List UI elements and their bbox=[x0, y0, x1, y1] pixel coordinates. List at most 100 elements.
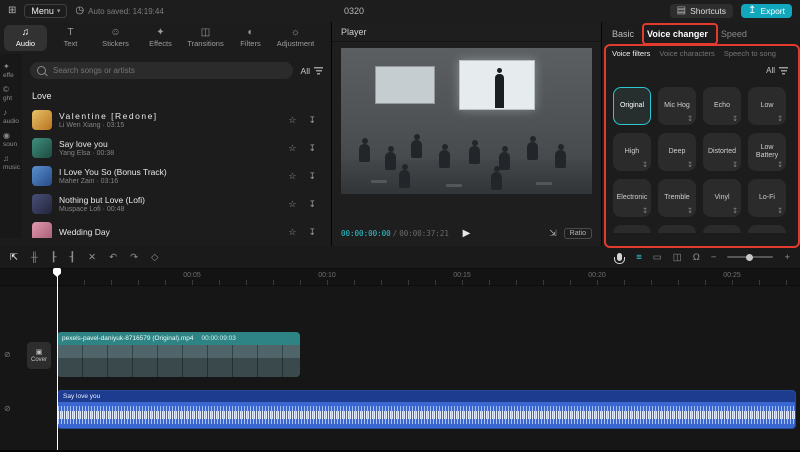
voice-filter-tile-partial[interactable] bbox=[748, 225, 786, 233]
home-grid-icon[interactable]: ⊞ bbox=[8, 6, 16, 16]
tab-text[interactable]: T Text bbox=[49, 25, 92, 51]
topbar-left: ⊞ Menu ▾ ◷ Auto saved: 14:19:44 bbox=[0, 4, 164, 18]
tab-effects[interactable]: ✦ Effects bbox=[139, 25, 182, 51]
menu-button[interactable]: Menu ▾ bbox=[24, 4, 67, 18]
whiteboard bbox=[375, 66, 435, 104]
download-icon[interactable]: ↧ bbox=[308, 227, 316, 238]
mute-audio-track-icon[interactable]: ⊘ bbox=[4, 404, 11, 413]
mute-video-track-icon[interactable]: ⊘ bbox=[4, 350, 11, 359]
timeline-tools-right: ≡ ▭ ◫ Ω − + bbox=[617, 252, 790, 263]
voice-filter-tile[interactable]: Lo-Fi ↧ bbox=[748, 179, 786, 217]
tab-audio[interactable]: ♫ Audio bbox=[4, 25, 47, 51]
subtab-speech-to-song[interactable]: Speech to song bbox=[724, 49, 776, 58]
timecode: 00:00:00:00/00:00:37:21 bbox=[341, 229, 449, 238]
favorite-star-icon[interactable]: ☆ bbox=[288, 199, 296, 210]
trim-right-icon[interactable]: ┨ bbox=[69, 252, 75, 263]
voice-filter-tile[interactable]: Distorted ↧ bbox=[703, 133, 741, 171]
preview-axis-icon[interactable]: ◫ bbox=[673, 252, 682, 263]
ruler-label: 00:15 bbox=[453, 272, 471, 279]
voice-filter-tile[interactable]: Mic Hog ↧ bbox=[658, 87, 696, 125]
zoom-out-icon[interactable]: − bbox=[711, 252, 717, 263]
download-icon[interactable]: ↧ bbox=[308, 171, 316, 182]
favorite-star-icon[interactable]: ☆ bbox=[288, 143, 296, 154]
search-box[interactable] bbox=[30, 62, 293, 79]
audio-clip[interactable]: Say love you bbox=[57, 390, 796, 429]
cover-button[interactable]: ▣ Cover bbox=[27, 342, 51, 369]
timeline-view-icon[interactable]: ≡ bbox=[636, 252, 642, 263]
download-icon[interactable]: ↧ bbox=[308, 199, 316, 210]
voice-filter-tile-partial[interactable] bbox=[703, 225, 741, 233]
voice-filter-tile[interactable]: High ↧ bbox=[613, 133, 651, 171]
shortcuts-button[interactable]: ▤ Shortcuts bbox=[670, 4, 733, 18]
zoom-in-icon[interactable]: + bbox=[784, 252, 790, 263]
split-tool-icon[interactable]: ╫ bbox=[31, 252, 38, 263]
menu-label: Menu bbox=[31, 6, 54, 16]
video-preview[interactable] bbox=[341, 48, 592, 194]
voice-filter-tile[interactable]: Echo ↧ bbox=[703, 87, 741, 125]
sidebar-item[interactable]: © ght bbox=[0, 85, 22, 104]
voice-filter-original[interactable]: Original bbox=[613, 87, 651, 125]
select-tool-icon[interactable]: ⇱ bbox=[10, 252, 18, 263]
voice-filter-tile[interactable]: Tremble ↧ bbox=[658, 179, 696, 217]
play-button[interactable]: ▶ bbox=[463, 228, 471, 239]
sidebar-item[interactable]: ♫ music bbox=[0, 154, 22, 173]
song-row[interactable]: Wedding Day ☆ ↧ bbox=[30, 218, 323, 238]
voice-filter-tile-partial[interactable] bbox=[658, 225, 696, 233]
zoom-slider-knob[interactable] bbox=[746, 254, 753, 261]
sidebar-item[interactable]: ✦ effe bbox=[0, 62, 22, 81]
voice-filter-all[interactable]: All bbox=[602, 58, 800, 75]
favorite-star-icon[interactable]: ☆ bbox=[288, 227, 296, 238]
song-row[interactable]: Say love you Yang Elsa · 00:38 ☆ ↧ bbox=[30, 134, 323, 162]
favorite-star-icon[interactable]: ☆ bbox=[288, 115, 296, 126]
player-controls-right: ⇲ Ratio bbox=[549, 228, 592, 239]
subtab-voice-filters[interactable]: Voice filters bbox=[612, 49, 650, 58]
download-icon[interactable]: ↧ bbox=[308, 115, 316, 126]
sidebar-item[interactable]: ♪ audio bbox=[0, 108, 22, 127]
tab-voice-changer[interactable]: Voice changer bbox=[647, 29, 708, 39]
tab-transitions[interactable]: ◫ Transitions bbox=[184, 25, 227, 51]
delete-icon[interactable]: ✕ bbox=[88, 252, 96, 263]
song-row[interactable]: I Love You So (Bonus Track) Maher Zain ·… bbox=[30, 162, 323, 190]
song-row[interactable]: Nothing but Love (Lofi) Muspace Lofi · 0… bbox=[30, 190, 323, 218]
magnet-icon[interactable]: Ω bbox=[693, 252, 700, 263]
tab-basic[interactable]: Basic bbox=[612, 29, 634, 39]
voice-filter-tile[interactable]: Low ↧ bbox=[748, 87, 786, 125]
favorite-star-icon[interactable]: ☆ bbox=[288, 171, 296, 182]
ratio-button[interactable]: Ratio bbox=[564, 228, 592, 239]
subtab-voice-characters[interactable]: Voice characters bbox=[659, 49, 714, 58]
voice-filter-tile[interactable]: Vinyl ↧ bbox=[703, 179, 741, 217]
zoom-slider[interactable] bbox=[727, 256, 773, 258]
search-icon bbox=[37, 66, 46, 75]
voice-filter-tile-partial[interactable] bbox=[613, 225, 651, 233]
filter-all-button[interactable]: All bbox=[301, 66, 323, 76]
tab-filters[interactable]: ◐ Filters bbox=[229, 25, 272, 51]
top-menu-bar: ⊞ Menu ▾ ◷ Auto saved: 14:19:44 0320 ▤ S… bbox=[0, 0, 800, 22]
voice-filter-tile[interactable]: Deep ↧ bbox=[658, 133, 696, 171]
undo-icon[interactable]: ↶ bbox=[109, 252, 117, 263]
download-icon: ↧ bbox=[687, 208, 693, 216]
microphone-icon[interactable] bbox=[617, 253, 622, 261]
mask-tool-icon[interactable]: ◇ bbox=[151, 252, 158, 263]
tab-adjustment[interactable]: ☼ Adjustment bbox=[274, 25, 317, 51]
trim-left-icon[interactable]: ┠ bbox=[51, 252, 57, 263]
song-row[interactable]: Valentine [Redone] Li Wen Xiang · 03:15 … bbox=[30, 106, 323, 134]
search-input[interactable] bbox=[51, 65, 286, 76]
track-view-icon[interactable]: ▭ bbox=[653, 252, 662, 263]
voice-filter-label: Vinyl bbox=[705, 194, 739, 202]
voice-filter-tile[interactable]: Electronic ↧ bbox=[613, 179, 651, 217]
song-meta: Yang Elsa · 00:38 bbox=[59, 150, 281, 157]
video-clip[interactable]: pexels-pavel-daniyuk-8716579 (Original).… bbox=[57, 332, 300, 377]
category-icon: ♫ bbox=[3, 154, 22, 164]
export-button[interactable]: ↥ Export bbox=[741, 4, 792, 18]
timeline-ruler[interactable]: 00:05 00:10 00:15 00:20 00:25 bbox=[0, 269, 800, 286]
voice-filter-tile[interactable]: Low Battery ↧ bbox=[748, 133, 786, 171]
fullscreen-icon[interactable]: ⇲ bbox=[549, 228, 557, 239]
media-body: ✦ effe © ght ♪ audio ◉ soun ♫ music bbox=[0, 54, 331, 238]
tab-speed[interactable]: Speed bbox=[721, 29, 747, 39]
tab-stickers[interactable]: ☺ Stickers bbox=[94, 25, 137, 51]
sidebar-item[interactable]: ◉ soun bbox=[0, 131, 22, 150]
redo-icon[interactable]: ↷ bbox=[130, 252, 138, 263]
download-icon[interactable]: ↧ bbox=[308, 143, 316, 154]
sidebar-item-label: ght bbox=[3, 95, 22, 102]
filter-all-label: All bbox=[301, 66, 310, 76]
